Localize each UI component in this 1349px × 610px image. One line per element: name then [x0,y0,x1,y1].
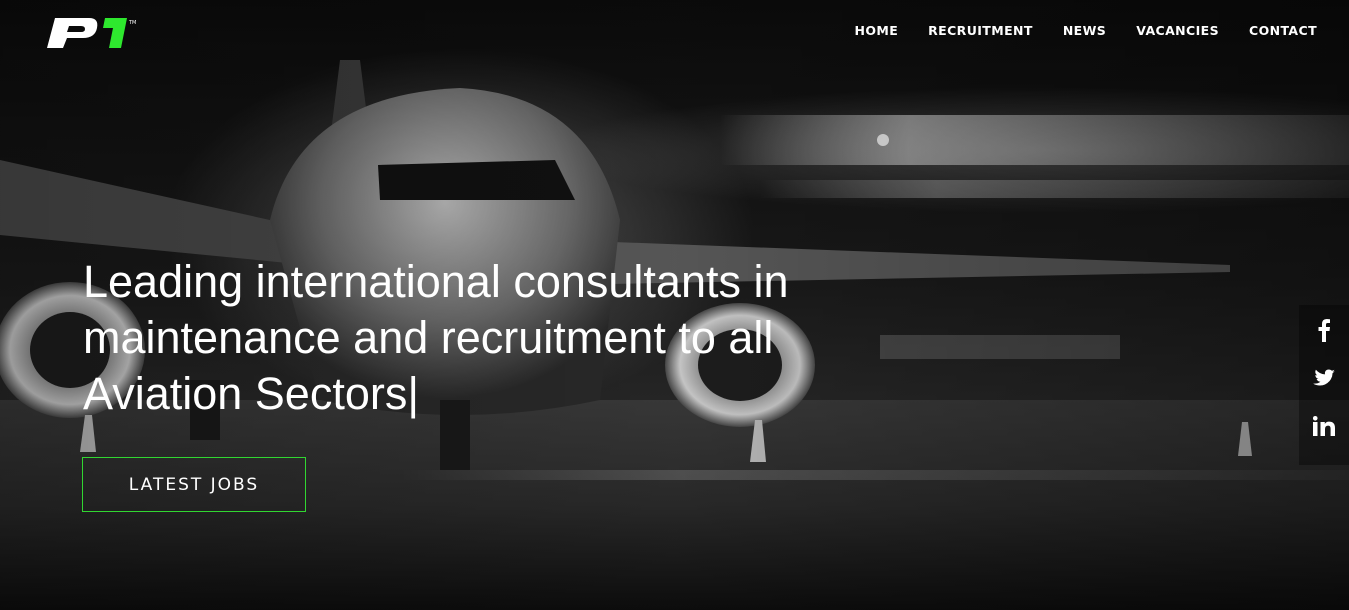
social-sidebar [1299,305,1349,465]
nav-home[interactable]: HOME [854,23,898,39]
nav-recruitment[interactable]: RECRUITMENT [928,23,1033,39]
hero-section: TM HOME RECRUITMENT NEWS VACANCIES CONTA… [0,0,1349,610]
latest-jobs-button[interactable]: LATEST JOBS [82,457,306,512]
main-nav: HOME RECRUITMENT NEWS VACANCIES CONTACT [854,23,1317,39]
twitter-icon[interactable] [1310,363,1338,393]
facebook-icon[interactable] [1310,315,1338,345]
typing-cursor: | [407,368,420,419]
logo-trademark: TM [128,20,136,26]
linkedin-icon[interactable] [1310,411,1338,441]
nav-contact[interactable]: CONTACT [1249,23,1317,39]
nav-vacancies[interactable]: VACANCIES [1136,23,1219,39]
hero-headline: Leading international consultants in mai… [83,254,883,422]
nav-news[interactable]: NEWS [1063,23,1106,39]
hero-headline-text: Leading international consultants in mai… [83,256,789,419]
p1-logo[interactable]: TM [45,16,137,50]
